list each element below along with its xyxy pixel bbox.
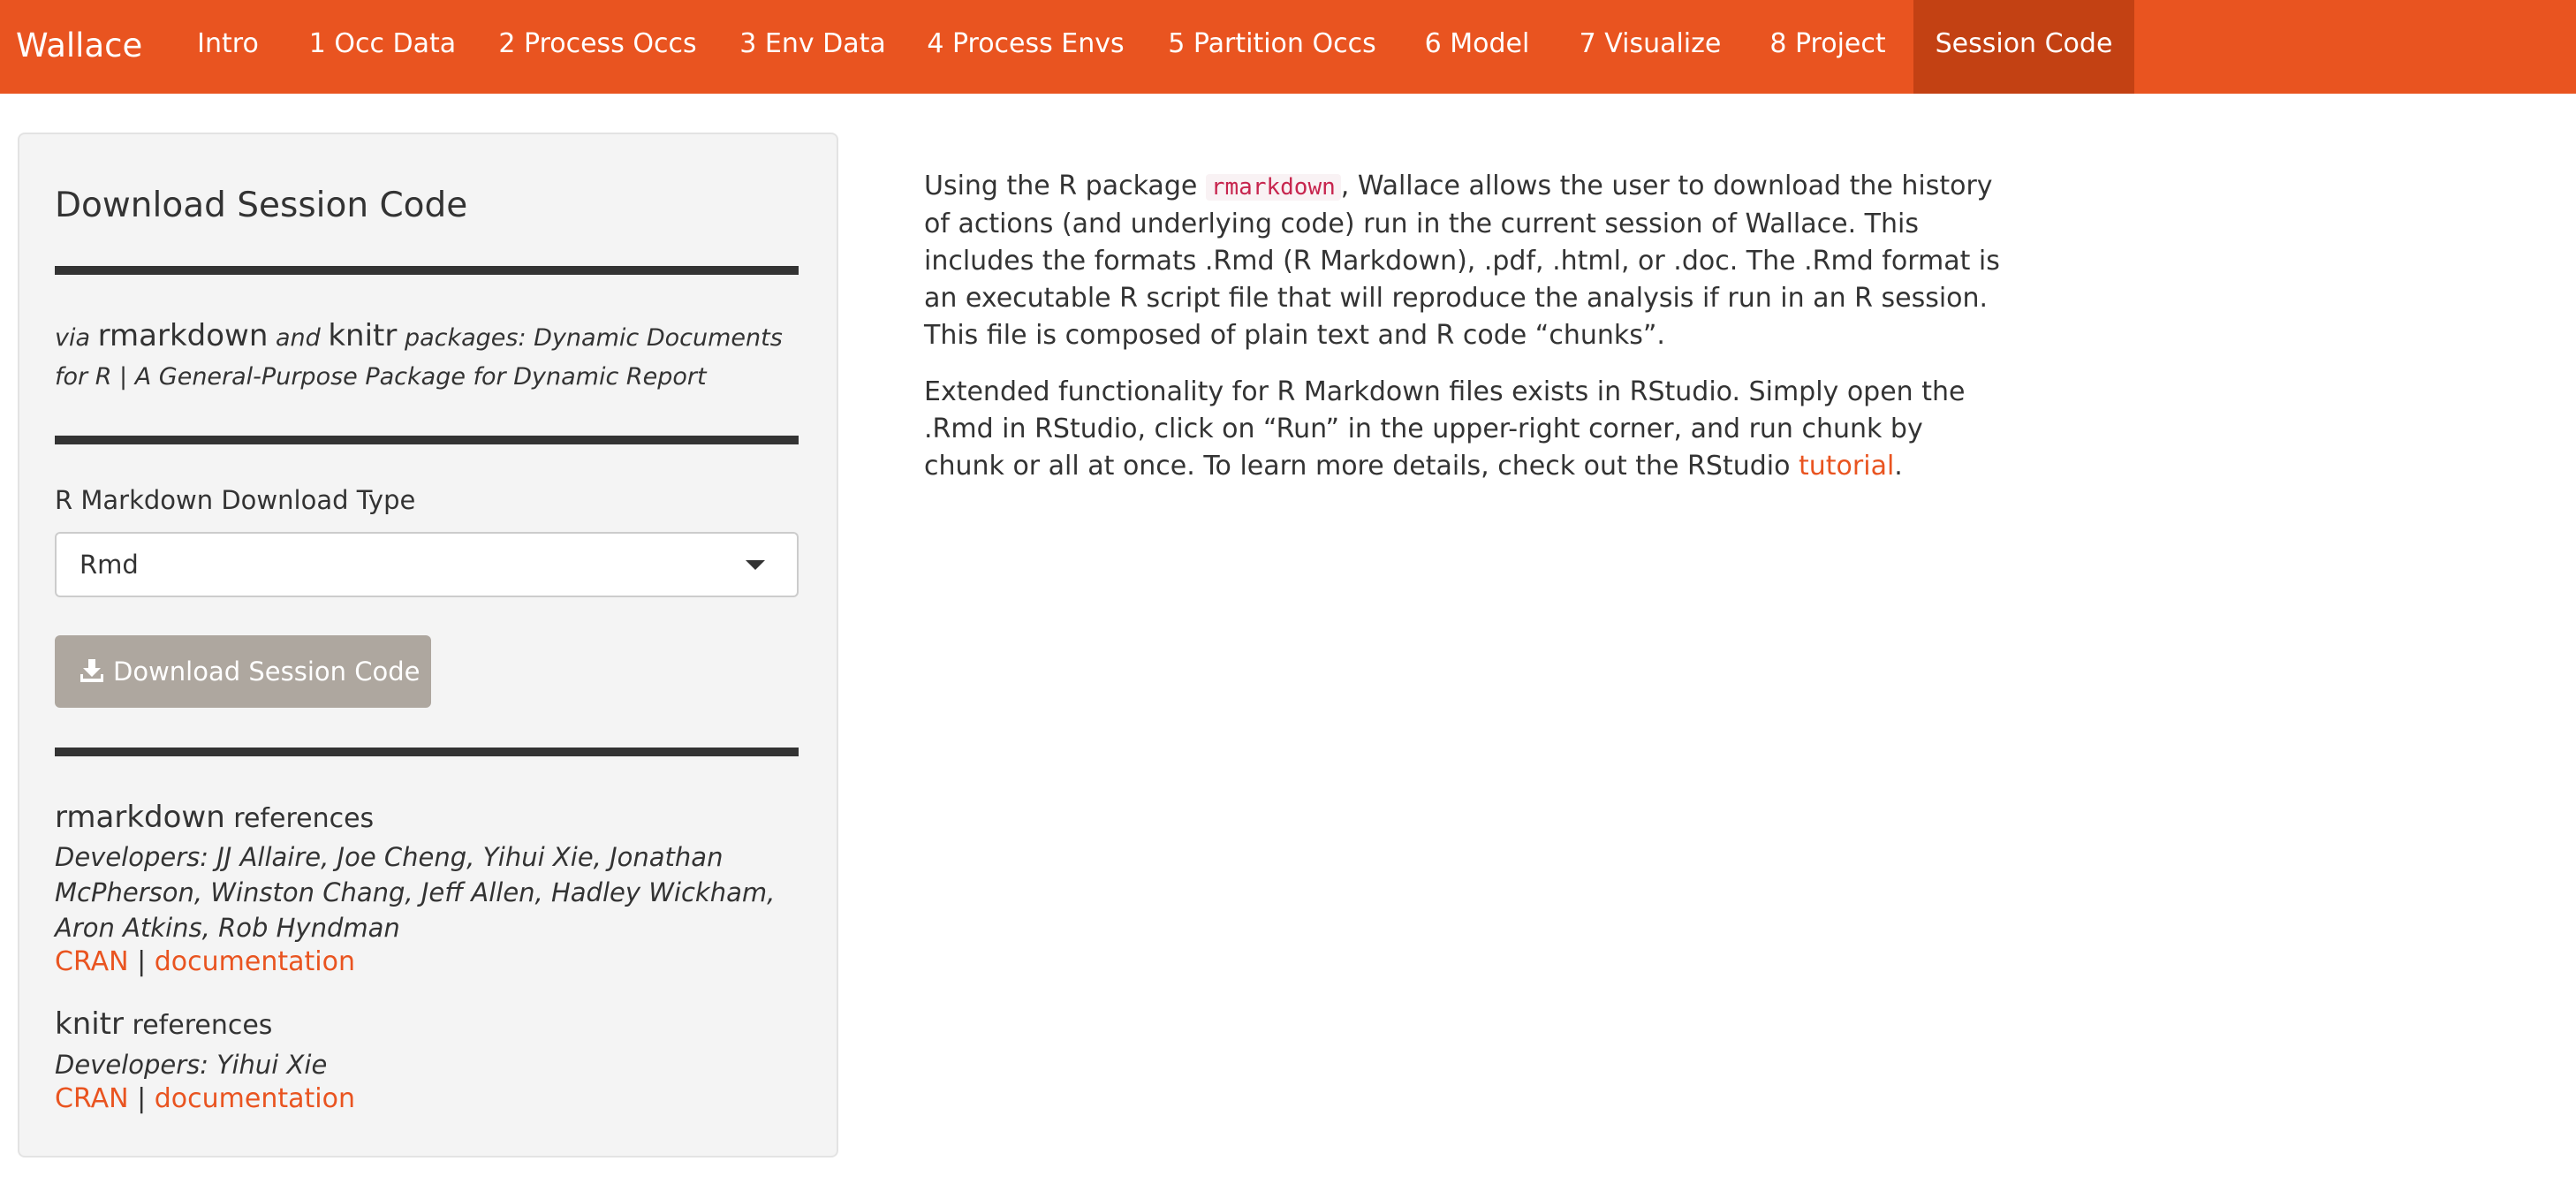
divider	[55, 266, 799, 275]
rmarkdown-developers: Developers: JJ Allaire, Joe Cheng, Yihui…	[55, 842, 776, 943]
tab-process-occs[interactable]: 2 Process Occs	[489, 0, 706, 94]
download-button-label: Download Session Code	[113, 657, 420, 687]
rmarkdown-references-heading: rmarkdown references	[55, 800, 374, 835]
ref-word: references	[233, 803, 375, 834]
p2-after: .	[1894, 451, 1903, 482]
main-content: Using the R package rmarkdown, Wallace a…	[924, 168, 2011, 505]
link-separator: |	[137, 946, 147, 977]
knitr-references-heading: knitr references	[55, 1006, 272, 1042]
knitr-documentation-link[interactable]: documentation	[155, 1083, 355, 1114]
divider	[55, 436, 799, 444]
tab-visualize[interactable]: 7 Visualize	[1561, 0, 1739, 94]
brand-logo[interactable]: Wallace	[16, 0, 142, 94]
caret-down-icon	[746, 560, 765, 570]
intro-paragraph: Using the R package rmarkdown, Wallace a…	[924, 168, 2011, 354]
via-and: and	[275, 324, 321, 352]
rstudio-paragraph: Extended functionality for R Markdown fi…	[924, 374, 2011, 485]
knitr-links: CRAN | documentation	[55, 1083, 355, 1114]
rmarkdown-cran-link[interactable]: CRAN	[55, 946, 129, 977]
ref-package-name: rmarkdown	[55, 800, 225, 835]
tutorial-link[interactable]: tutorial	[1799, 451, 1894, 482]
tab-env-data[interactable]: 3 Env Data	[726, 0, 899, 94]
inline-code-rmarkdown: rmarkdown	[1205, 174, 1341, 201]
via-prefix: via	[55, 324, 91, 352]
navbar: Wallace Intro 1 Occ Data 2 Process Occs …	[0, 0, 2576, 94]
tab-model[interactable]: 6 Model	[1411, 0, 1543, 94]
link-separator: |	[137, 1083, 147, 1114]
tab-project[interactable]: 8 Project	[1755, 0, 1900, 94]
package-name-knitr: knitr	[328, 318, 398, 353]
rmarkdown-links: CRAN | documentation	[55, 946, 355, 977]
ref-package-name: knitr	[55, 1006, 124, 1042]
knitr-cran-link[interactable]: CRAN	[55, 1083, 129, 1114]
tab-session-code[interactable]: Session Code	[1913, 0, 2134, 94]
tab-occ-data[interactable]: 1 Occ Data	[292, 0, 474, 94]
tab-partition-occs[interactable]: 5 Partition Occs	[1151, 0, 1393, 94]
select-value: Rmd	[80, 550, 139, 580]
panel-title: Download Session Code	[55, 186, 468, 225]
download-session-code-button[interactable]: Download Session Code	[55, 635, 431, 708]
package-name-rmarkdown: rmarkdown	[97, 318, 269, 353]
download-type-label: R Markdown Download Type	[55, 485, 416, 515]
tab-intro[interactable]: Intro	[180, 0, 276, 94]
download-type-select[interactable]: Rmd	[55, 532, 799, 597]
p1-before: Using the R package	[924, 171, 1198, 201]
rmarkdown-documentation-link[interactable]: documentation	[155, 946, 355, 977]
divider	[55, 748, 799, 756]
ref-word: references	[132, 1010, 273, 1041]
tab-process-envs[interactable]: 4 Process Envs	[916, 0, 1135, 94]
package-description: via rmarkdown and knitr packages: Dynami…	[55, 316, 806, 397]
knitr-developers: Developers: Yihui Xie	[55, 1050, 328, 1080]
download-icon	[80, 659, 103, 682]
